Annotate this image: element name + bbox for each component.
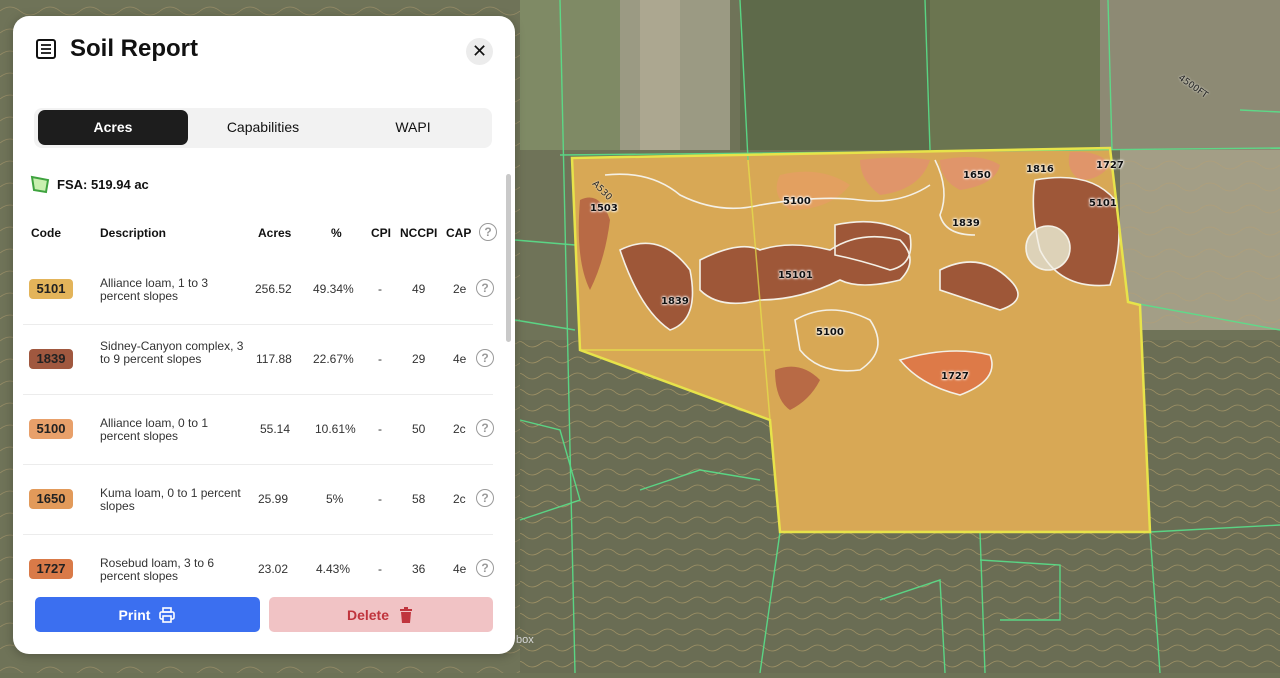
print-button-label: Print bbox=[118, 606, 151, 623]
fsa-summary: FSA: 519.94 ac bbox=[29, 173, 149, 195]
acres-value: 55.14 bbox=[260, 422, 291, 436]
tab-acres[interactable]: Acres bbox=[38, 110, 188, 145]
table-row[interactable]: 5101 Alliance loam, 1 to 3 percent slope… bbox=[13, 255, 505, 325]
soil-label: 1650 bbox=[963, 170, 991, 181]
print-button[interactable]: Print bbox=[35, 597, 260, 632]
field-boundary-icon bbox=[30, 175, 50, 194]
soil-label: 1503 bbox=[590, 203, 618, 214]
close-icon[interactable]: ✕ bbox=[472, 41, 487, 62]
tab-wapi[interactable]: WAPI bbox=[338, 110, 488, 145]
soil-description: Alliance loam, 0 to 1 percent slopes bbox=[100, 416, 209, 443]
soil-label: 1839 bbox=[661, 296, 689, 307]
soil-label: 5101 bbox=[1089, 198, 1117, 209]
panel-title: Soil Report bbox=[70, 35, 199, 62]
soil-description: Sidney-Canyon complex, 3 to 9 percent sl… bbox=[100, 339, 244, 366]
col-header-nccpi: NCCPI bbox=[400, 226, 438, 240]
acres-value: 117.88 bbox=[256, 352, 292, 366]
printer-icon bbox=[159, 606, 176, 623]
help-icon[interactable]: ? bbox=[476, 559, 494, 577]
report-icon bbox=[36, 39, 56, 59]
percent-value: 10.61% bbox=[315, 422, 356, 436]
cpi-value: - bbox=[378, 282, 382, 296]
soil-label: 1727 bbox=[1096, 160, 1124, 171]
table-row[interactable]: 1650 Kuma loam, 0 to 1 percent slopes 25… bbox=[13, 465, 505, 535]
soil-label: 1816 bbox=[1026, 164, 1054, 175]
soil-code-badge: 5100 bbox=[29, 419, 73, 439]
cap-value: 4e bbox=[453, 562, 467, 576]
soil-label: 1839 bbox=[952, 218, 980, 229]
percent-value: 49.34% bbox=[313, 282, 354, 296]
help-icon[interactable]: ? bbox=[476, 349, 494, 367]
nccpi-value: 36 bbox=[412, 562, 426, 576]
acres-value: 23.02 bbox=[258, 562, 289, 576]
cpi-value: - bbox=[378, 422, 382, 436]
cpi-value: - bbox=[378, 352, 382, 366]
col-header-percent: % bbox=[331, 226, 342, 240]
soil-code-badge: 1839 bbox=[29, 349, 73, 369]
soil-label: 15101 bbox=[778, 270, 813, 281]
cap-value: 2c bbox=[453, 422, 466, 436]
table-row[interactable]: 1727 Rosebud loam, 3 to 6 percent slopes… bbox=[13, 535, 505, 605]
soil-description: Alliance loam, 1 to 3 percent slopes bbox=[100, 276, 209, 303]
cap-value: 4e bbox=[453, 352, 467, 366]
cap-value: 2e bbox=[453, 282, 467, 296]
help-icon[interactable]: ? bbox=[476, 419, 494, 437]
soil-code-badge: 1727 bbox=[29, 559, 73, 579]
percent-value: 5% bbox=[326, 492, 344, 506]
cpi-value: - bbox=[378, 492, 382, 506]
tab-capabilities[interactable]: Capabilities bbox=[188, 110, 338, 145]
help-icon[interactable]: ? bbox=[476, 489, 494, 507]
nccpi-value: 50 bbox=[412, 422, 426, 436]
col-header-cpi: CPI bbox=[371, 226, 392, 240]
map-attribution: box bbox=[516, 634, 534, 646]
delete-button-label: Delete bbox=[346, 606, 390, 623]
percent-value: 22.67% bbox=[313, 352, 354, 366]
acres-value: 25.99 bbox=[258, 492, 289, 506]
soil-code-badge: 5101 bbox=[29, 279, 73, 299]
close-button[interactable]: ✕ bbox=[466, 38, 493, 65]
nccpi-value: 58 bbox=[412, 492, 426, 506]
nccpi-value: 29 bbox=[412, 352, 426, 366]
soil-label: 5100 bbox=[816, 327, 844, 338]
col-header-acres: Acres bbox=[258, 226, 292, 240]
table-row[interactable]: 5100 Alliance loam, 0 to 1 percent slope… bbox=[13, 395, 505, 465]
delete-button[interactable]: Delete bbox=[269, 597, 493, 632]
soil-label: 1727 bbox=[941, 371, 969, 382]
soil-description: Rosebud loam, 3 to 6 percent slopes bbox=[100, 556, 215, 583]
cap-value: 2c bbox=[453, 492, 466, 506]
help-icon[interactable]: ? bbox=[479, 223, 497, 241]
soil-report-panel: Soil Report ✕ Acres Capabilities WAPI FS… bbox=[13, 16, 515, 654]
soil-code-badge: 1650 bbox=[29, 489, 73, 509]
nccpi-value: 49 bbox=[412, 282, 426, 296]
cpi-value: - bbox=[378, 562, 382, 576]
soil-description: Kuma loam, 0 to 1 percent slopes bbox=[100, 486, 241, 513]
tab-bar: Acres Capabilities WAPI bbox=[34, 108, 492, 148]
help-icon[interactable]: ? bbox=[476, 279, 494, 297]
table-row[interactable]: 1839 Sidney-Canyon complex, 3 to 9 perce… bbox=[13, 325, 505, 395]
fsa-acres: FSA: 519.94 ac bbox=[57, 176, 149, 192]
col-header-description: Description bbox=[100, 226, 167, 240]
acres-value: 256.52 bbox=[255, 282, 292, 296]
scrollbar[interactable] bbox=[506, 174, 511, 342]
percent-value: 4.43% bbox=[316, 562, 351, 576]
soil-label: 5100 bbox=[783, 196, 811, 207]
trash-icon bbox=[400, 606, 413, 623]
col-header-cap: CAP bbox=[446, 226, 472, 240]
col-header-code: Code bbox=[31, 226, 61, 240]
